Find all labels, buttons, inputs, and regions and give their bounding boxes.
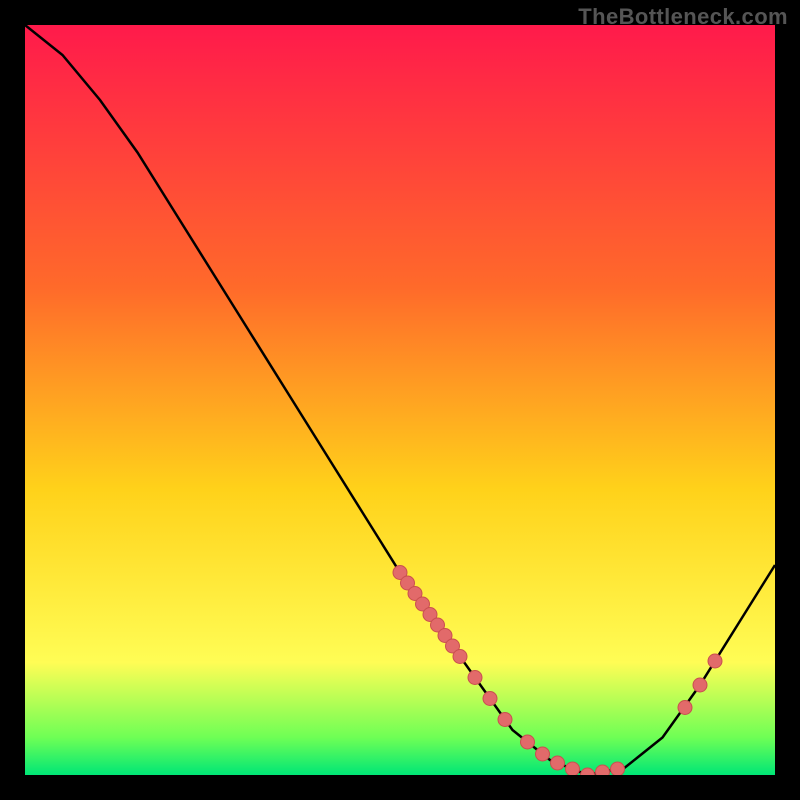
chart-svg bbox=[25, 25, 775, 775]
data-marker bbox=[483, 692, 497, 706]
data-marker bbox=[453, 650, 467, 664]
data-marker bbox=[678, 701, 692, 715]
data-marker bbox=[536, 747, 550, 761]
data-marker bbox=[566, 762, 580, 775]
data-marker bbox=[498, 713, 512, 727]
data-marker bbox=[551, 756, 565, 770]
data-marker bbox=[521, 735, 535, 749]
data-marker bbox=[596, 765, 610, 775]
data-marker bbox=[693, 678, 707, 692]
gradient-background bbox=[25, 25, 775, 775]
chart-stage: TheBottleneck.com bbox=[0, 0, 800, 800]
data-marker bbox=[468, 671, 482, 685]
data-marker bbox=[611, 762, 625, 775]
data-marker bbox=[708, 654, 722, 668]
plot-area bbox=[25, 25, 775, 775]
